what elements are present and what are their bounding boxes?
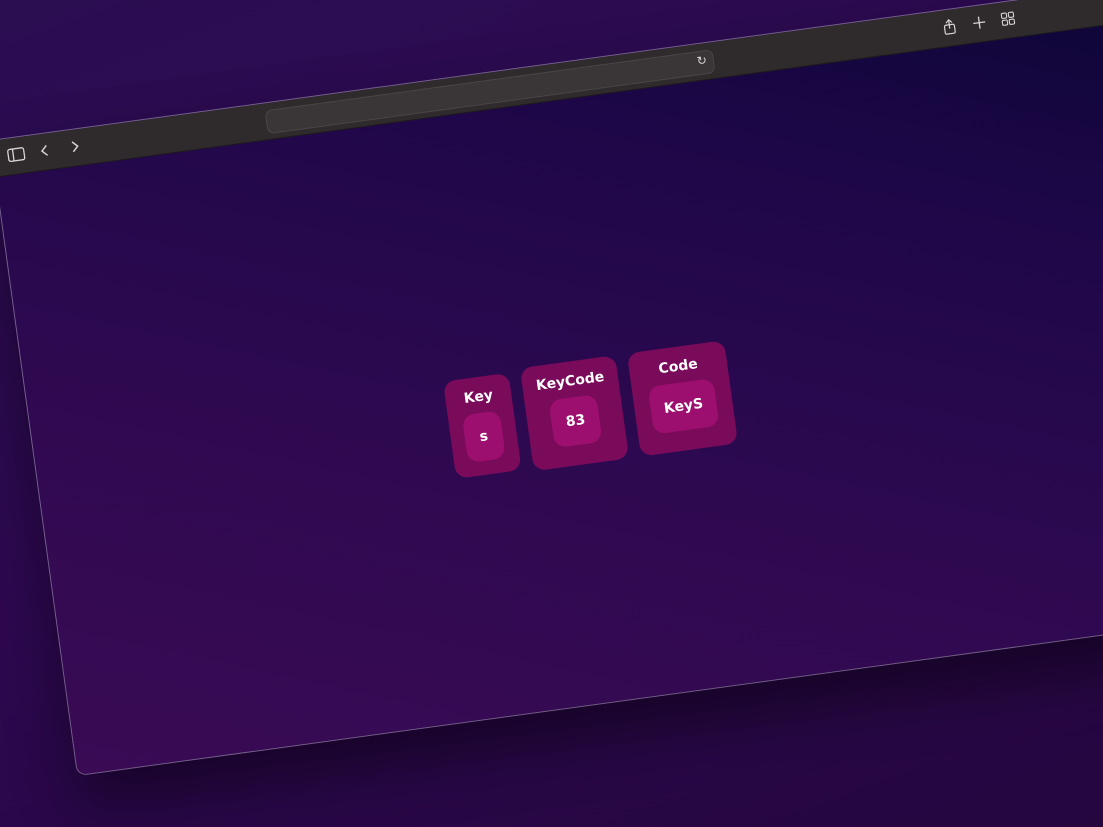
tab-overview-icon[interactable] — [1000, 10, 1017, 32]
tab-overview-icon-svg — [1000, 11, 1016, 26]
code-card: Code KeyS — [626, 340, 739, 457]
keycode-card-value: 83 — [548, 394, 603, 449]
sidebar-icon[interactable] — [6, 145, 27, 167]
keycode-card: KeyCode 83 — [519, 355, 630, 472]
reload-icon[interactable]: ↻ — [696, 53, 708, 68]
code-card-label: Code — [657, 356, 699, 378]
code-card-value: KeyS — [647, 378, 720, 435]
sidebar-icon-svg — [7, 147, 26, 163]
share-icon[interactable] — [941, 18, 958, 40]
key-card-label: Key — [462, 387, 494, 408]
plus-icon[interactable] — [971, 14, 988, 36]
forward-icon[interactable] — [68, 138, 83, 159]
share-icon-svg — [943, 18, 956, 35]
plus-icon-svg — [973, 16, 986, 29]
key-card: Key s — [443, 372, 522, 479]
back-icon[interactable] — [38, 142, 53, 163]
keycode-card-label: KeyCode — [535, 368, 606, 395]
forward-icon-svg — [71, 141, 79, 153]
back-icon-svg — [40, 144, 49, 156]
key-info-cards: Key s KeyCode 83 Code KeyS — [443, 340, 739, 482]
key-card-value: s — [461, 410, 506, 464]
